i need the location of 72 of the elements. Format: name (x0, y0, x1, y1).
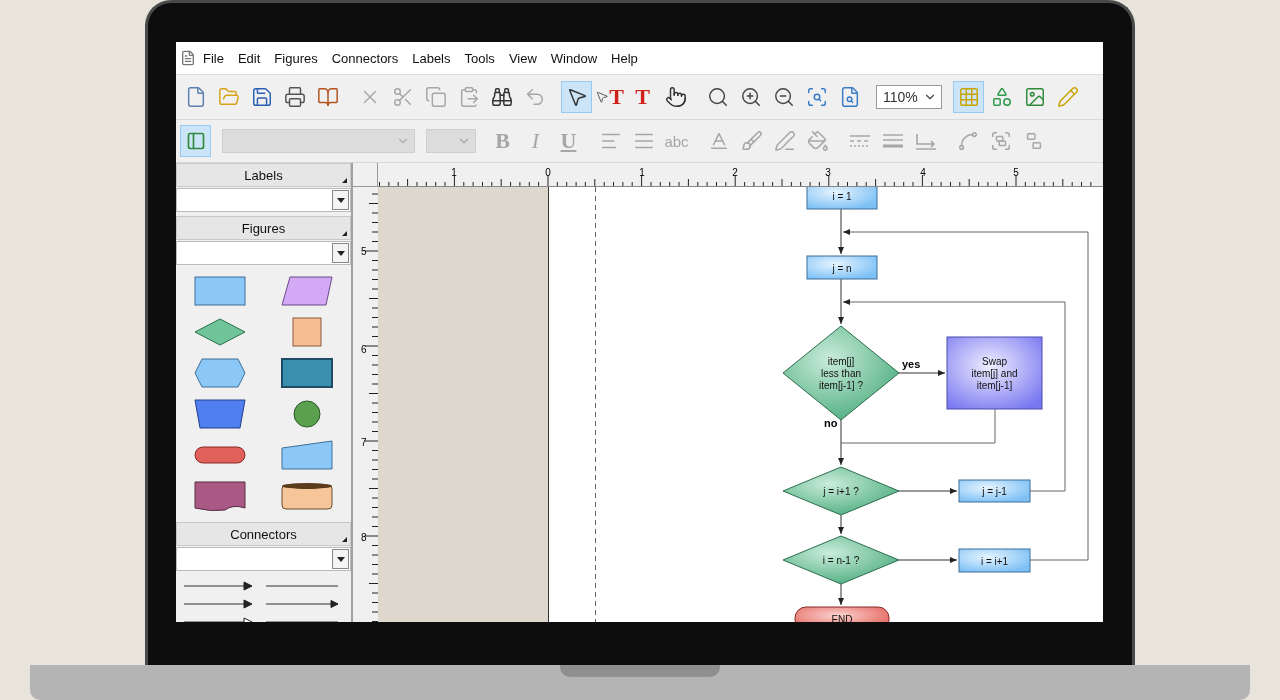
dropdown-button[interactable] (332, 190, 349, 210)
paint-bucket-icon (806, 130, 829, 152)
process-box: i = i+1 (958, 548, 1031, 573)
process-box: j = n (806, 255, 878, 280)
process-box: Swap item[j] and item[j-1] (946, 336, 1043, 410)
ruler-number: 4 (920, 167, 926, 178)
edge-label: yes (902, 358, 921, 370)
trapezoid-icon[interactable] (191, 398, 248, 430)
decision-diamond: i = n-1 ? (782, 535, 900, 585)
grid-icon (957, 86, 980, 108)
rectangle-icon[interactable] (191, 275, 248, 307)
scissors-icon (391, 86, 414, 108)
ruler-number: 1 (451, 167, 457, 178)
decision-diamond: item[j] less than item[j-1] ? (782, 325, 900, 421)
hand-pointer-icon (664, 86, 687, 108)
book-icon (316, 86, 339, 108)
cylinder-side-icon[interactable] (279, 357, 336, 389)
app-icon (180, 50, 196, 66)
menu-item[interactable]: Labels (405, 50, 458, 66)
pencil-icon (1056, 86, 1079, 108)
panel-icon (185, 131, 206, 151)
panel-toggle-button[interactable] (180, 125, 211, 157)
line-connector-icon[interactable] (263, 599, 340, 609)
ruler-number: 2 (732, 167, 738, 178)
shapes-icon (990, 86, 1013, 108)
ruler-number: 8 (361, 532, 367, 543)
zoom-dropdown[interactable]: 110% (876, 85, 942, 109)
image-icon (1023, 86, 1046, 108)
text-tool-button[interactable]: T (627, 81, 658, 113)
pointer-icon (595, 90, 610, 104)
decision-diamond: j = i+1 ? (782, 466, 900, 516)
menu-item[interactable]: Connectors (324, 50, 406, 66)
dropdown-button[interactable] (332, 549, 349, 569)
zoom-frame-icon (805, 86, 828, 108)
search-icon (706, 86, 729, 108)
folder-icon (217, 86, 240, 108)
parallelogram-icon[interactable] (279, 275, 336, 307)
grid-button[interactable] (953, 81, 984, 113)
ruler-number: 0 (545, 167, 551, 178)
panel-header[interactable]: Connectors (176, 522, 351, 546)
copy-icon (424, 86, 447, 108)
drum-icon[interactable] (279, 480, 336, 512)
ruler-number: 6 (361, 344, 367, 355)
menu-item[interactable]: Figures (267, 50, 325, 66)
document-shape-icon[interactable] (191, 480, 248, 512)
menu-item[interactable]: Help (604, 50, 645, 66)
ruler-number: 7 (361, 437, 367, 448)
ruler-number: 1 (639, 167, 645, 178)
connector-arrow (838, 583, 844, 606)
brush-icon (740, 130, 763, 152)
binoculars-icon (490, 86, 513, 108)
ruler-number: 5 (1013, 167, 1019, 178)
group-icon (989, 130, 1012, 152)
ruler-number: 5 (361, 246, 367, 257)
menu-item[interactable]: File (196, 50, 231, 66)
menu-item[interactable]: Window (543, 50, 605, 66)
process-box: i = 1 (806, 187, 878, 210)
select-tool-button[interactable] (561, 81, 592, 113)
panel-header[interactable]: Figures (176, 216, 351, 240)
ruler-number: 3 (825, 167, 831, 178)
dropdown-button[interactable] (332, 243, 349, 263)
curve-icon (956, 130, 979, 152)
text-select-tool-button[interactable]: T (594, 81, 625, 113)
pen-line-icon (773, 130, 796, 152)
process-box: j = j-1 (958, 479, 1031, 503)
zoom-in-icon (739, 86, 762, 108)
menu-item[interactable]: Tools (457, 50, 502, 66)
panel-header[interactable]: Labels (176, 163, 351, 187)
menu-item[interactable]: View (501, 50, 544, 66)
menu-item[interactable]: Edit (230, 50, 268, 66)
printer-icon (283, 86, 306, 108)
zoom-out-icon (772, 86, 795, 108)
